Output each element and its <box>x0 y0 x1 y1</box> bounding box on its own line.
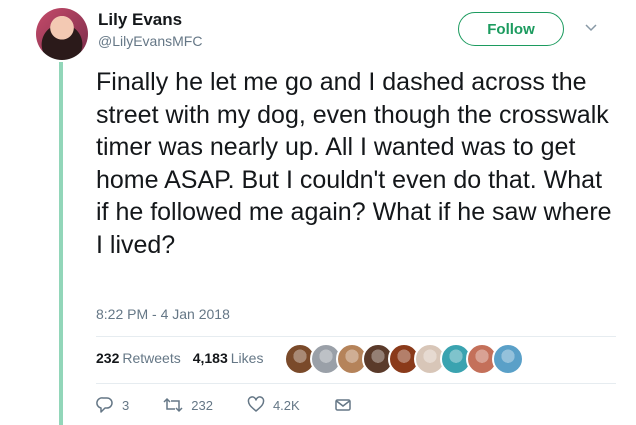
tweet-actions: 3 232 4.2K <box>96 396 386 414</box>
retweet-button[interactable]: 232 <box>163 396 213 414</box>
retweets-label: Retweets <box>122 350 181 366</box>
engagement-stats: 232 Retweets 4,183 Likes <box>96 350 263 366</box>
retweet-count: 232 <box>191 397 213 413</box>
retweets-count: 232 <box>96 350 120 366</box>
thread-line <box>59 62 63 425</box>
liker-avatar[interactable] <box>492 343 524 375</box>
tweet-timestamp[interactable]: 8:22 PM - 4 Jan 2018 <box>96 306 230 322</box>
envelope-icon <box>334 399 351 411</box>
reply-button[interactable]: 3 <box>96 396 129 414</box>
follow-button[interactable]: Follow <box>458 12 564 46</box>
user-handle[interactable]: @LilyEvansMFC <box>98 33 202 49</box>
likes-count: 4,183 <box>192 350 228 366</box>
reply-icon <box>96 397 113 413</box>
tweet-text: Finally he let me go and I dashed across… <box>96 68 612 259</box>
user-name[interactable]: Lily Evans <box>98 10 182 30</box>
likes-label: Likes <box>230 350 264 366</box>
heart-icon <box>247 396 265 412</box>
retweet-icon <box>163 397 183 413</box>
divider <box>96 336 616 337</box>
avatar[interactable] <box>36 8 88 60</box>
liker-avatars <box>284 343 524 375</box>
message-button[interactable] <box>334 397 352 413</box>
chevron-down-icon[interactable] <box>584 22 598 34</box>
like-button[interactable]: 4.2K <box>247 396 300 414</box>
likes-stat[interactable]: 4,183 Likes <box>193 350 264 366</box>
divider <box>96 383 616 384</box>
retweets-stat[interactable]: 232 Retweets <box>96 350 181 366</box>
reply-count: 3 <box>122 397 130 413</box>
like-count: 4.2K <box>272 397 300 413</box>
